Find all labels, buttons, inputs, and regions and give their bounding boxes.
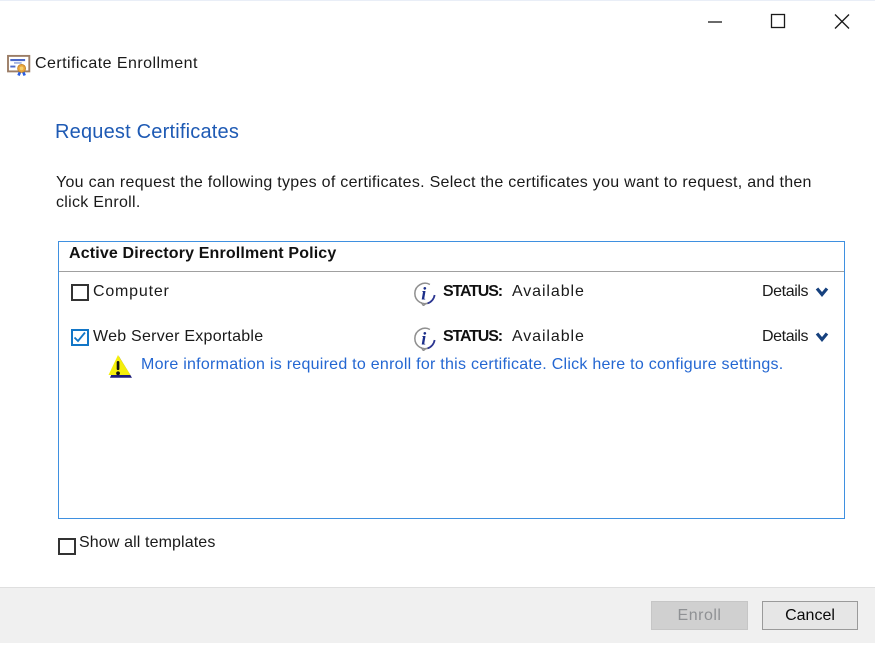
- svg-text:i: i: [421, 329, 426, 349]
- svg-text:i: i: [421, 284, 426, 304]
